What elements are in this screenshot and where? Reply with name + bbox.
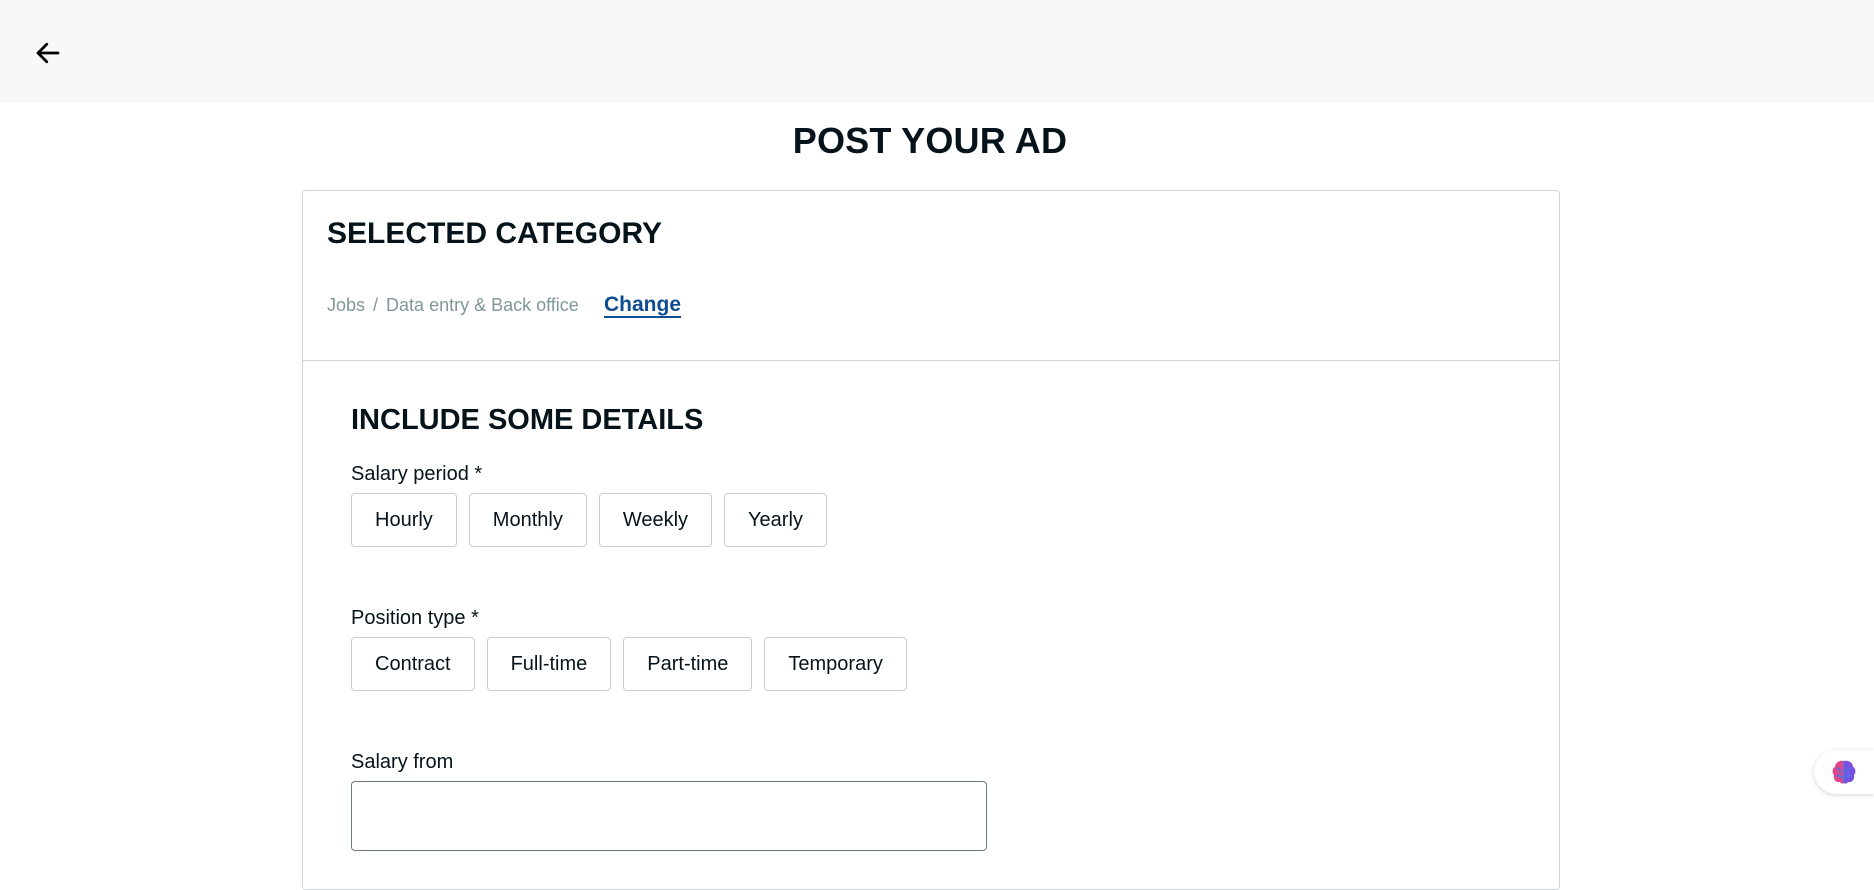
arrow-left-icon xyxy=(36,42,60,64)
selected-category-title: SELECTED CATEGORY xyxy=(327,217,663,250)
position-type-contract[interactable]: Contract xyxy=(351,637,475,691)
salary-from-input[interactable] xyxy=(351,781,987,851)
salary-period-weekly[interactable]: Weekly xyxy=(598,493,713,547)
position-type-part-time[interactable]: Part-time xyxy=(623,637,753,691)
top-bar xyxy=(0,0,1874,102)
position-type-options: Contract Full-time Part-time Temporary xyxy=(351,637,907,691)
category-breadcrumb: Jobs / Data entry & Back office xyxy=(327,295,579,316)
post-ad-form-card: SELECTED CATEGORY Jobs / Data entry & Ba… xyxy=(302,190,1560,890)
breadcrumb-item-jobs: Jobs xyxy=(327,295,366,315)
breadcrumb-item-subcategory: Data entry & Back office xyxy=(386,295,579,315)
include-details-title: INCLUDE SOME DETAILS xyxy=(351,404,704,436)
salary-period-yearly[interactable]: Yearly xyxy=(724,493,827,547)
salary-period-hourly[interactable]: Hourly xyxy=(351,493,457,547)
salary-period-options: Hourly Monthly Weekly Yearly xyxy=(351,493,827,547)
position-type-label: Position type * xyxy=(351,607,479,629)
change-category-link[interactable]: Change xyxy=(604,293,681,317)
salary-period-label: Salary period * xyxy=(351,463,483,485)
brain-icon xyxy=(1832,760,1856,784)
assistant-button[interactable] xyxy=(1814,750,1874,794)
position-type-temporary[interactable]: Temporary xyxy=(764,637,907,691)
selected-category-section: SELECTED CATEGORY Jobs / Data entry & Ba… xyxy=(303,191,1559,361)
breadcrumb-separator: / xyxy=(373,295,379,315)
page-title: POST YOUR AD xyxy=(792,120,1068,161)
salary-from-label: Salary from xyxy=(351,751,454,773)
salary-period-monthly[interactable]: Monthly xyxy=(468,493,587,547)
position-type-full-time[interactable]: Full-time xyxy=(486,637,612,691)
back-button[interactable] xyxy=(28,33,68,73)
